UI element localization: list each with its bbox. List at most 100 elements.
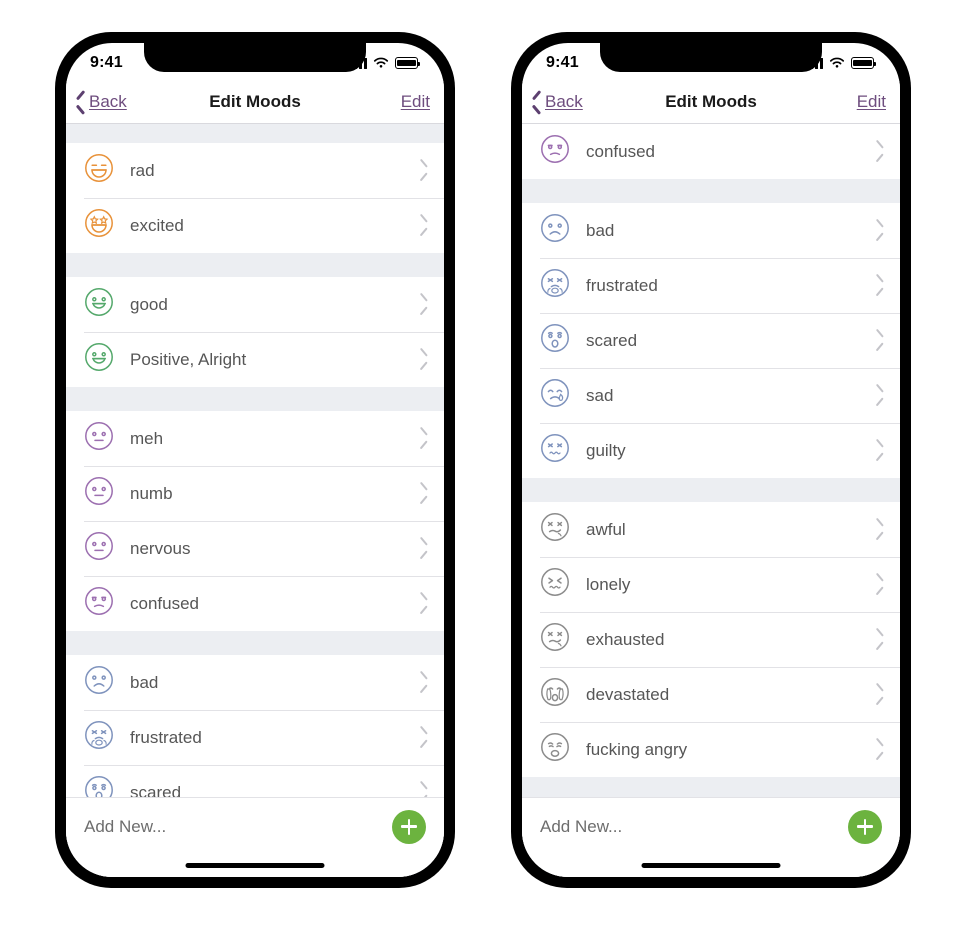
status-clock: 9:41 (546, 54, 579, 71)
mood-section: good Positive, Alright (66, 277, 444, 387)
status-indicators (349, 57, 421, 69)
mood-row[interactable]: numb (66, 466, 444, 521)
chevron-right-icon (875, 388, 884, 403)
battery-full-icon (851, 57, 877, 69)
mood-icon-wrap (84, 421, 114, 456)
mood-row[interactable]: frustrated (522, 258, 900, 313)
section-gap (522, 478, 900, 502)
mood-row[interactable]: bad (66, 655, 444, 710)
back-label: Back (545, 92, 583, 111)
mood-row[interactable]: rad (66, 143, 444, 198)
mood-icon-excited (85, 209, 113, 237)
mood-label: scared (586, 330, 638, 350)
section-gap (66, 387, 444, 411)
mood-section: confused (522, 124, 900, 179)
mood-list-right[interactable]: confused bad frustrated scared sad guilty awfu… (522, 124, 900, 797)
mood-label: frustrated (130, 727, 202, 747)
section-gap (66, 253, 444, 277)
chevron-right-icon (875, 144, 884, 159)
chevron-right-icon (875, 223, 884, 238)
home-indicator (185, 863, 325, 868)
mood-label: confused (130, 593, 199, 613)
mood-label: meh (130, 428, 164, 448)
mood-row[interactable]: confused (66, 576, 444, 631)
mood-row[interactable]: exhausted (522, 612, 900, 667)
mood-label: rad (130, 160, 155, 180)
section-gap (66, 124, 444, 143)
mood-icon-wrap (84, 531, 114, 566)
mood-row[interactable]: meh (66, 411, 444, 466)
nav-bar: Back Edit Moods Edit (522, 81, 900, 124)
mood-label: lonely (586, 574, 631, 594)
cellular-bars-icon (349, 57, 367, 69)
mood-icon-meh (85, 532, 113, 560)
mood-row[interactable]: devastated (522, 667, 900, 722)
mood-row[interactable]: frustrated (66, 710, 444, 765)
mood-section: bad frustrated scared sad guilty (522, 203, 900, 478)
mood-row[interactable]: good (66, 277, 444, 332)
mood-icon-wrap (540, 213, 570, 248)
mood-row[interactable]: lonely (522, 557, 900, 612)
mood-icon-bad (541, 214, 569, 242)
mood-icon-devastated (541, 678, 569, 706)
mood-icon-wrap (84, 342, 114, 377)
mood-icon-scared (85, 776, 113, 797)
mood-label: sad (586, 385, 614, 405)
mood-label: fucking angry (586, 739, 688, 759)
mood-icon-rad (85, 154, 113, 182)
mood-list-left[interactable]: rad excited good Positive, Alright meh numb ne… (66, 124, 444, 797)
mood-icon-meh (85, 422, 113, 450)
chevron-right-icon (419, 352, 428, 367)
edit-button[interactable]: Edit (401, 92, 430, 112)
mood-section: bad frustrated scared (66, 655, 444, 797)
mood-row[interactable]: scared (66, 765, 444, 797)
back-button[interactable]: Back (76, 92, 127, 112)
mood-row[interactable]: awful (522, 502, 900, 557)
add-new-row[interactable]: Add New... (66, 797, 444, 855)
mood-row[interactable]: scared (522, 313, 900, 368)
chevron-right-icon (875, 278, 884, 293)
phone-left-screen: 9:41 Back Edit Moods Edit rad excited go… (66, 43, 444, 877)
chevron-right-icon (875, 522, 884, 537)
mood-row[interactable]: sad (522, 368, 900, 423)
mood-label: exhausted (586, 629, 665, 649)
mood-icon-wrap (540, 134, 570, 169)
add-new-label: Add New... (84, 816, 167, 836)
home-indicator (641, 863, 781, 868)
mood-icon-wrap (540, 378, 570, 413)
mood-row[interactable]: guilty (522, 423, 900, 478)
edit-button[interactable]: Edit (857, 92, 886, 112)
mood-label: good (130, 294, 168, 314)
chevron-right-icon (875, 333, 884, 348)
chevron-right-icon (419, 675, 428, 690)
chevron-right-icon (419, 218, 428, 233)
mood-icon-wrap (84, 208, 114, 243)
status-bar: 9:41 (522, 43, 900, 81)
mood-icon-meh (85, 477, 113, 505)
add-new-row[interactable]: Add New... (522, 797, 900, 855)
mood-row[interactable]: fucking angry (522, 722, 900, 777)
mood-icon-frustrated (541, 269, 569, 297)
cellular-bars-icon (805, 57, 823, 69)
mood-icon-wrap (84, 665, 114, 700)
phone-right: 9:41 Back Edit Moods Edit confused bad f… (511, 32, 911, 888)
mood-row[interactable]: excited (66, 198, 444, 253)
mood-label: scared (130, 782, 182, 798)
mood-icon-exhausted (541, 623, 569, 651)
mood-row[interactable]: bad (522, 203, 900, 258)
mood-icon-good (85, 288, 113, 316)
mood-section: awful lonely exhausted devastated fucking an… (522, 502, 900, 777)
add-mood-button[interactable] (392, 809, 426, 844)
add-mood-button[interactable] (848, 809, 882, 844)
mood-row[interactable]: Positive, Alright (66, 332, 444, 387)
back-button[interactable]: Back (532, 92, 583, 112)
nav-bar: Back Edit Moods Edit (66, 81, 444, 124)
mood-icon-scared (541, 324, 569, 352)
mood-row[interactable]: confused (522, 124, 900, 179)
mood-icon-angry (541, 733, 569, 761)
mood-row[interactable]: nervous (66, 521, 444, 576)
chevron-right-icon (419, 297, 428, 312)
mood-icon-wrap (540, 512, 570, 547)
mood-label: frustrated (586, 275, 658, 295)
phone-right-screen: 9:41 Back Edit Moods Edit confused bad f… (522, 43, 900, 877)
